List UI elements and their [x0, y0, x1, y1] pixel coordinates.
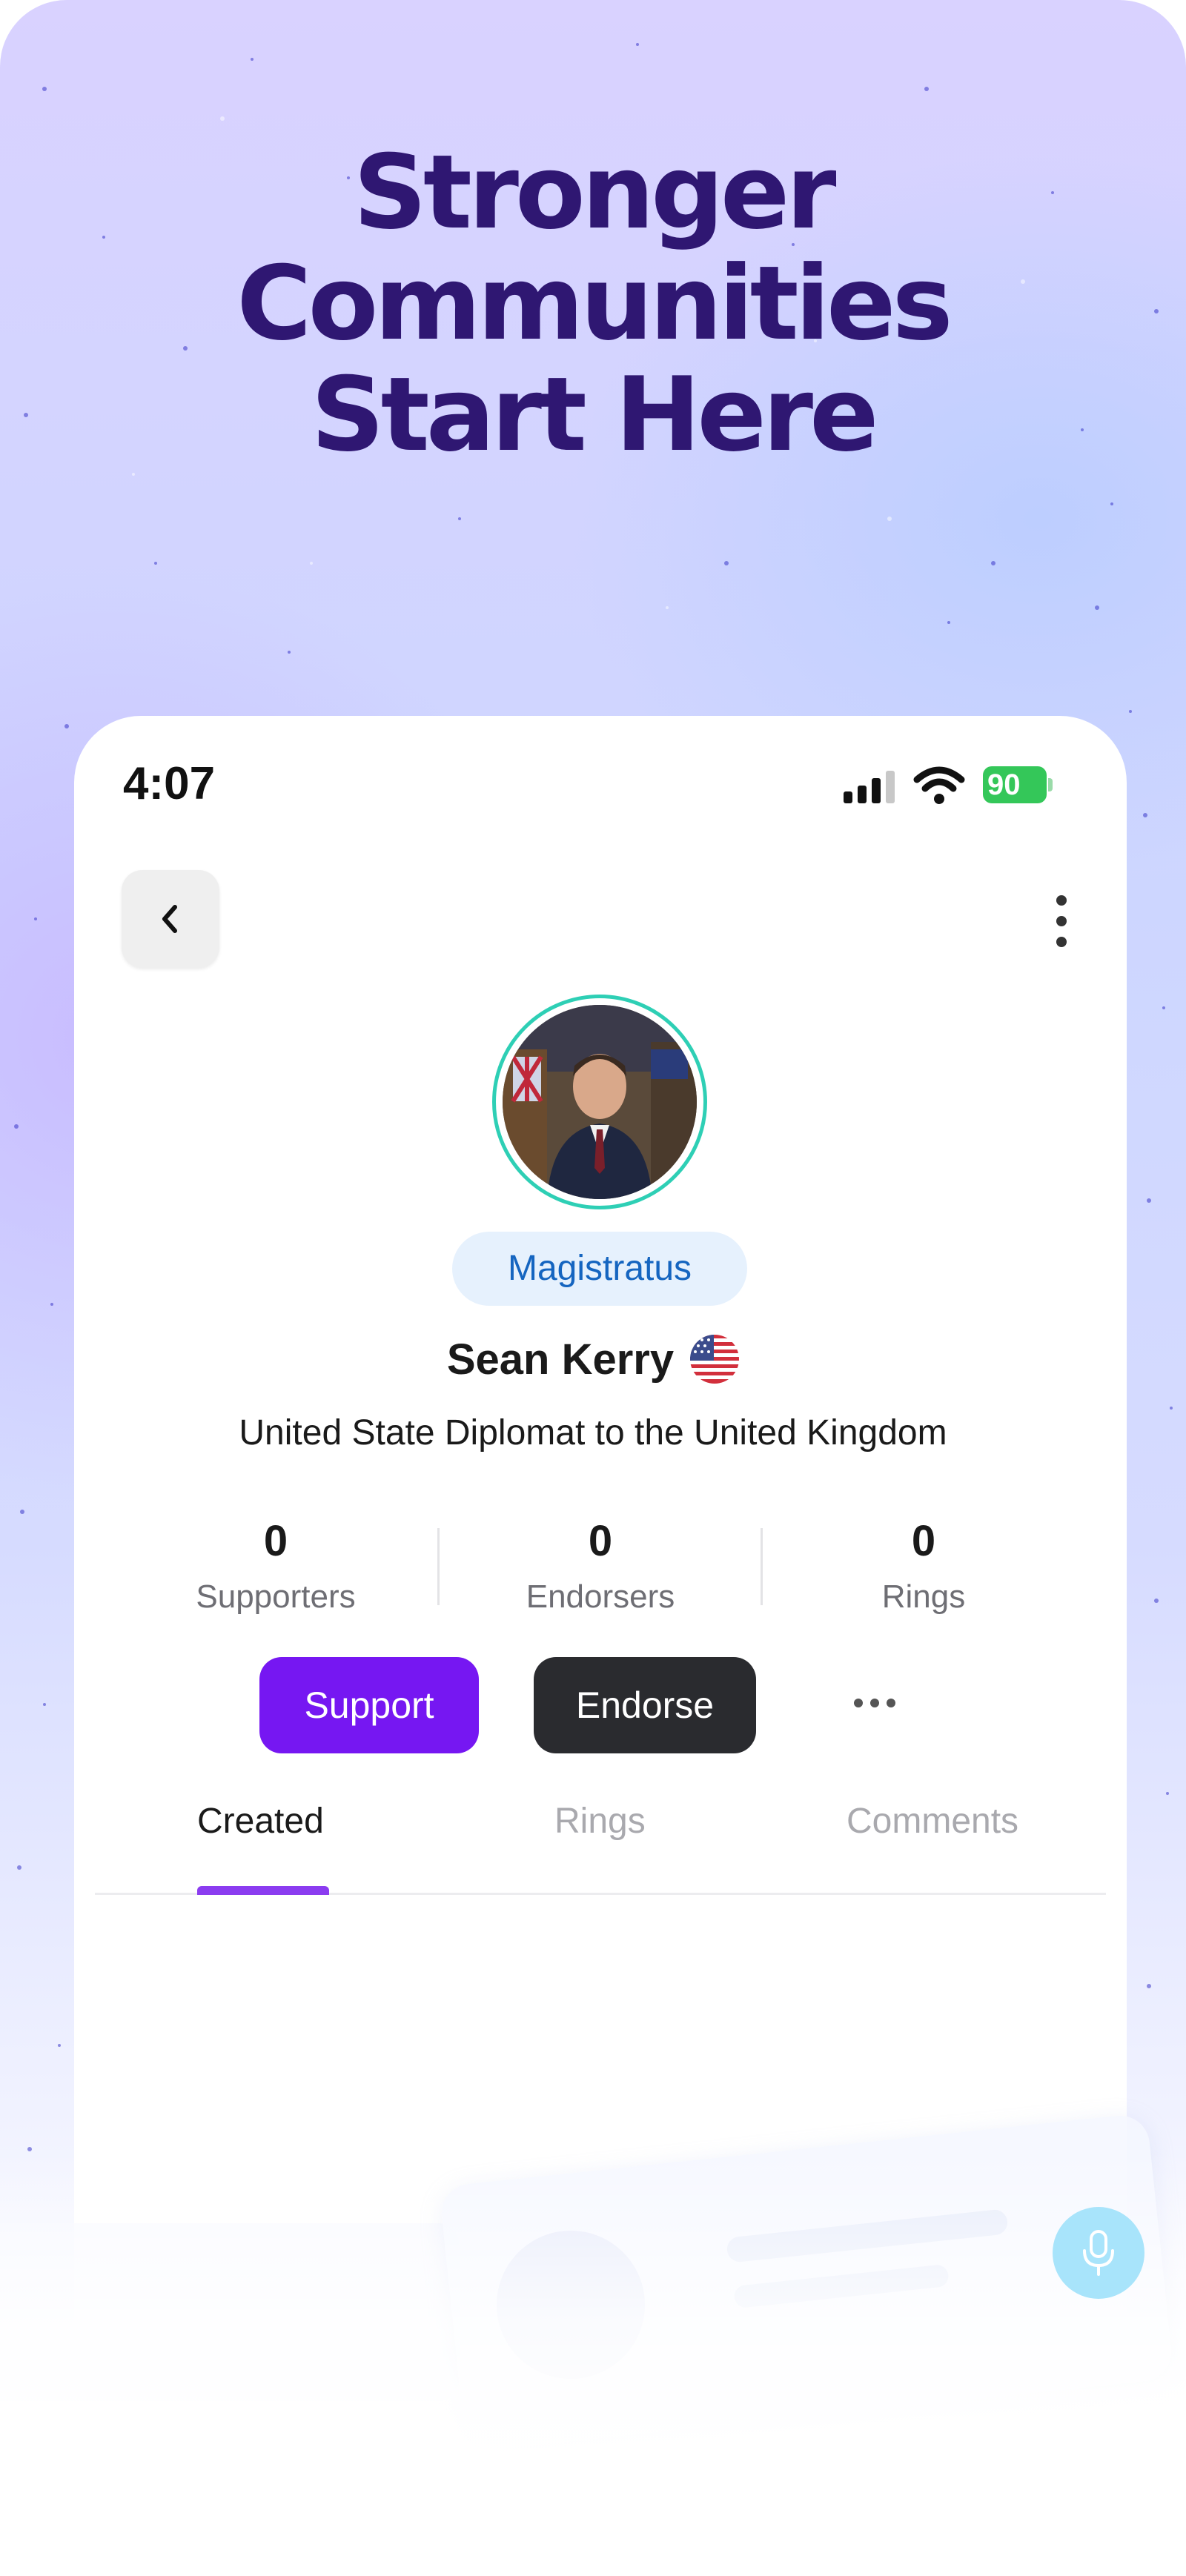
headline-line: Start Here	[311, 355, 878, 474]
back-button[interactable]	[122, 870, 219, 968]
stat-value: 0	[911, 1517, 936, 1565]
tab-created[interactable]: Created	[197, 1801, 324, 1842]
profile-name-row: Sean Kerry	[0, 1330, 1186, 1389]
tab-rings[interactable]: Rings	[554, 1801, 646, 1842]
support-button[interactable]: Support	[259, 1657, 479, 1753]
promo-headline: Stronger Communities Start Here	[0, 137, 1186, 471]
wifi-icon	[913, 766, 965, 804]
us-flag-icon	[690, 1335, 740, 1384]
headline-line: Stronger	[353, 133, 837, 252]
battery-tip	[1048, 778, 1053, 791]
stat-label: Supporters	[196, 1579, 356, 1615]
cellular-signal-icon	[844, 771, 895, 803]
profile-bio: United State Diplomat to the United King…	[239, 1413, 947, 1453]
endorse-button[interactable]: Endorse	[534, 1657, 756, 1753]
bottom-fade	[0, 2149, 1186, 2576]
microphone-icon	[1083, 2230, 1114, 2276]
stat-label: Rings	[881, 1579, 966, 1615]
stat-value: 0	[588, 1517, 613, 1565]
stat-endorsers[interactable]: 0 Endorsers	[489, 1512, 712, 1623]
chevron-left-icon	[162, 905, 177, 933]
headline-line: Communities	[236, 244, 953, 363]
voice-record-button[interactable]	[1053, 2207, 1144, 2299]
battery-level: 90	[987, 769, 1021, 801]
active-tab-indicator	[197, 1886, 329, 1895]
battery-icon: 90	[983, 766, 1047, 803]
tab-comments[interactable]: Comments	[847, 1801, 1018, 1842]
role-badge: Magistratus	[452, 1232, 747, 1306]
stat-label: Endorsers	[526, 1579, 675, 1615]
stat-value: 0	[263, 1517, 288, 1565]
more-vertical-icon[interactable]	[1048, 894, 1075, 949]
profile-photo	[503, 1005, 697, 1199]
stat-supporters[interactable]: 0 Supporters	[165, 1512, 387, 1623]
status-time: 4:07	[123, 758, 216, 809]
profile-name: Sean Kerry	[446, 1335, 675, 1384]
stat-rings[interactable]: 0 Rings	[812, 1512, 1035, 1623]
stat-divider	[437, 1528, 440, 1605]
stat-divider	[761, 1528, 763, 1605]
more-horizontal-icon[interactable]	[852, 1697, 897, 1709]
avatar[interactable]	[492, 995, 707, 1209]
